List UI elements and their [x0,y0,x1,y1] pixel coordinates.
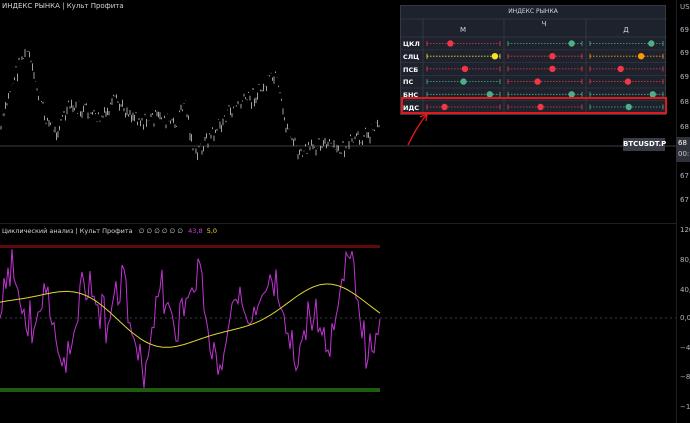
column-header: М [459,26,467,34]
annotation-arrow [407,113,428,146]
indicator-marker [648,40,655,47]
indicator-marker [534,78,541,85]
oscillator-tick: −80 [680,373,690,381]
oscillator-chart[interactable] [0,224,676,423]
oscillator-fast-line [0,249,381,389]
oversold-band [0,388,380,392]
indicator-marker [491,53,499,60]
price-tick: 69 [680,73,689,81]
price-tick: 67 [680,196,689,204]
column-header: Д [623,26,629,34]
indicator-marker [617,65,624,73]
price-candles [0,49,380,161]
row-label: ПС [403,78,414,86]
price-tick: 69 [680,49,689,57]
oscillator-params: ∅ ∅ ∅ ∅ ∅ ∅ [138,227,184,235]
oscillator-tick: 40,0 [680,286,690,294]
oscillator-value-slow: 5,0 [206,227,218,235]
indicator-marker [624,78,632,85]
oscillator-value-fast: 43,8 [188,227,203,235]
axis-currency: USDT [680,3,690,11]
current-price-tag: 68 00: [676,137,690,162]
oscillator-tick: 120 [680,226,690,234]
oscillator-tick: −12 [680,403,690,411]
symbol-label: BTCUSDT.P [623,138,666,151]
indicator-marker [549,65,556,73]
indicator-marker [461,65,469,73]
price-axis[interactable]: USDT 69 69 69 68 68 67 67 120 80,0 40,0 … [676,0,690,423]
oscillator-name: Циклический анализ | Культ Профита [2,227,133,235]
price-tick: 68 [680,123,689,131]
price-tick: 67 [680,172,689,180]
row-highlight-box [401,97,667,114]
indicator-title[interactable]: ИНДЕКС РЫНКА | Культ Профита [2,2,124,10]
price-tick: 68 [680,98,689,106]
overbought-band [0,245,380,248]
indicator-marker [568,40,575,47]
price-tick: 69 [680,26,689,34]
indicator-marker [549,53,556,60]
indicator-marker [637,53,645,60]
row-label: СЛЦ [403,53,420,61]
oscillator-title[interactable]: Циклический анализ | Культ Профита ∅ ∅ ∅… [2,227,217,235]
indicator-marker [460,78,467,85]
row-label: ЦКЛ [403,40,420,48]
indicator-marker [447,40,454,47]
oscillator-tick: 0,0 [680,314,690,322]
oscillator-tick: 80,0 [680,256,690,264]
bar-countdown: 00: [678,150,690,158]
current-price: 68 [678,139,687,147]
row-label: ПСБ [403,66,419,74]
column-header: Ч [541,20,547,28]
oscillator-tick: −40 [680,344,690,352]
